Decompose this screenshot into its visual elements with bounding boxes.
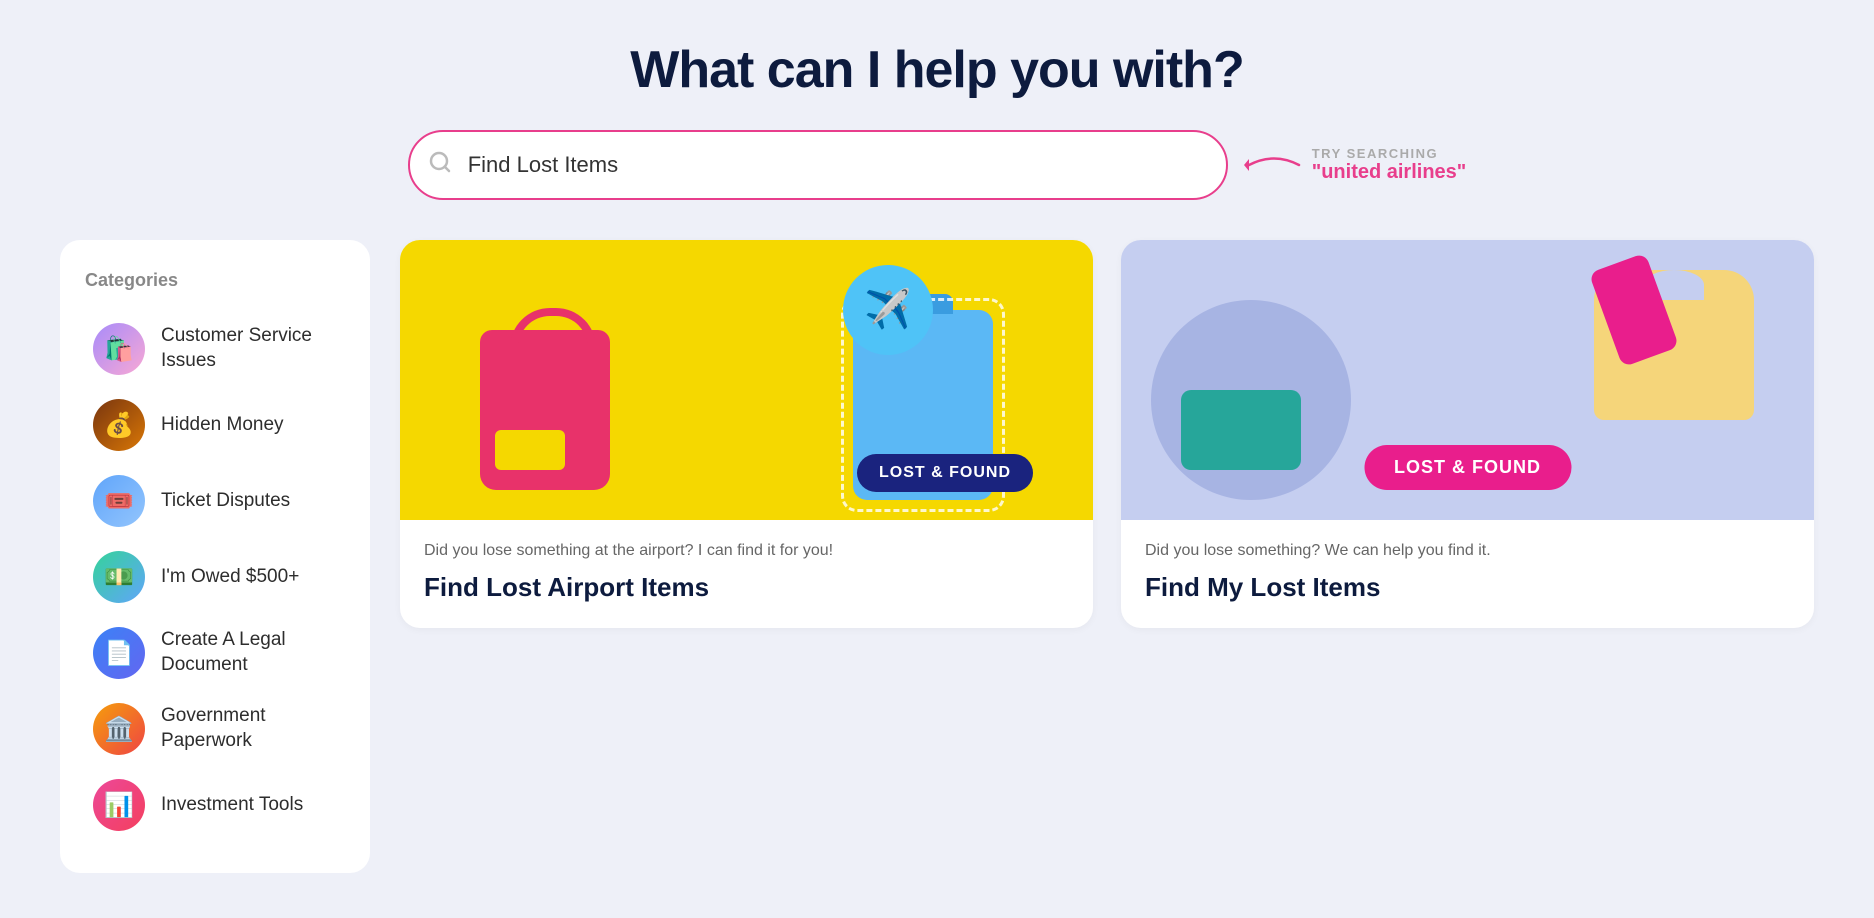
cat-icon-hidden-money: 💰 (93, 399, 145, 451)
sidebar-item-gov-paperwork[interactable]: 🏛️ Government Paperwork (85, 691, 345, 767)
page-title: What can I help you with? (60, 40, 1814, 100)
airplane-circle: ✈️ (843, 265, 933, 355)
cat-label-ticket-disputes: Ticket Disputes (161, 489, 290, 514)
search-icon (428, 150, 452, 180)
main-layout: Categories 🛍️ Customer Service Issues 💰 … (60, 240, 1814, 873)
card-airport-content: Did you lose something at the airport? I… (400, 520, 1093, 628)
sidebar-item-hidden-money[interactable]: 💰 Hidden Money (85, 387, 345, 463)
cat-icon-gov-paperwork: 🏛️ (93, 703, 145, 755)
sidebar-item-ticket-disputes[interactable]: 🎟️ Ticket Disputes (85, 463, 345, 539)
sidebar-item-investment-tools[interactable]: 📊 Investment Tools (85, 767, 345, 843)
cat-label-legal-document: Create A Legal Document (161, 628, 337, 677)
cat-label-hidden-money: Hidden Money (161, 413, 284, 438)
search-row: TRY SEARCHING "united airlines" (60, 130, 1814, 200)
sidebar-item-owed-money[interactable]: 💵 I'm Owed $500+ (85, 539, 345, 615)
cat-icon-owed-money: 💵 (93, 551, 145, 603)
cat-icon-legal-document: 📄 (93, 627, 145, 679)
card-general-title: Find My Lost Items (1145, 572, 1790, 603)
cat-label-customer-service: Customer Service Issues (161, 324, 337, 373)
sidebar: Categories 🛍️ Customer Service Issues 💰 … (60, 240, 370, 873)
cat-icon-customer-service: 🛍️ (93, 323, 145, 375)
try-searching-hint: TRY SEARCHING "united airlines" (1244, 146, 1467, 184)
try-searching-label: TRY SEARCHING (1312, 146, 1467, 161)
cat-label-investment-tools: Investment Tools (161, 793, 303, 818)
card-general-lost[interactable]: LOST & FOUND Did you lose something? We … (1121, 240, 1814, 628)
card-airport-title: Find Lost Airport Items (424, 572, 1069, 603)
search-wrapper (408, 130, 1228, 200)
card-general-content: Did you lose something? We can help you … (1121, 520, 1814, 628)
cat-icon-investment-tools: 📊 (93, 779, 145, 831)
sidebar-item-legal-document[interactable]: 📄 Create A Legal Document (85, 615, 345, 691)
arrow-icon (1244, 147, 1304, 183)
card-general-desc: Did you lose something? We can help you … (1145, 540, 1790, 562)
sidebar-item-customer-service[interactable]: 🛍️ Customer Service Issues (85, 311, 345, 387)
card-airport-image: ✈️ LOST & FOUND (400, 240, 1093, 520)
search-input[interactable] (408, 130, 1228, 200)
card-general-image: LOST & FOUND (1121, 240, 1814, 520)
categories-heading: Categories (85, 270, 345, 291)
cat-label-gov-paperwork: Government Paperwork (161, 704, 337, 753)
bag-label-shape (495, 430, 565, 470)
wallet-shape (1181, 390, 1301, 470)
cat-icon-ticket-disputes: 🎟️ (93, 475, 145, 527)
card-airport-lost[interactable]: ✈️ LOST & FOUND Did you lose something a… (400, 240, 1093, 628)
try-searching-value: "united airlines" (1312, 161, 1467, 184)
card-airport-desc: Did you lose something at the airport? I… (424, 540, 1069, 562)
category-list: 🛍️ Customer Service Issues 💰 Hidden Mone… (85, 311, 345, 843)
lost-found-badge-general: LOST & FOUND (1364, 445, 1571, 490)
results-grid: ✈️ LOST & FOUND Did you lose something a… (400, 240, 1814, 628)
cat-label-owed-money: I'm Owed $500+ (161, 565, 299, 590)
lost-found-badge-airport: LOST & FOUND (857, 454, 1033, 492)
airport-illustration: ✈️ LOST & FOUND (400, 240, 1093, 520)
general-illustration: LOST & FOUND (1121, 240, 1814, 520)
